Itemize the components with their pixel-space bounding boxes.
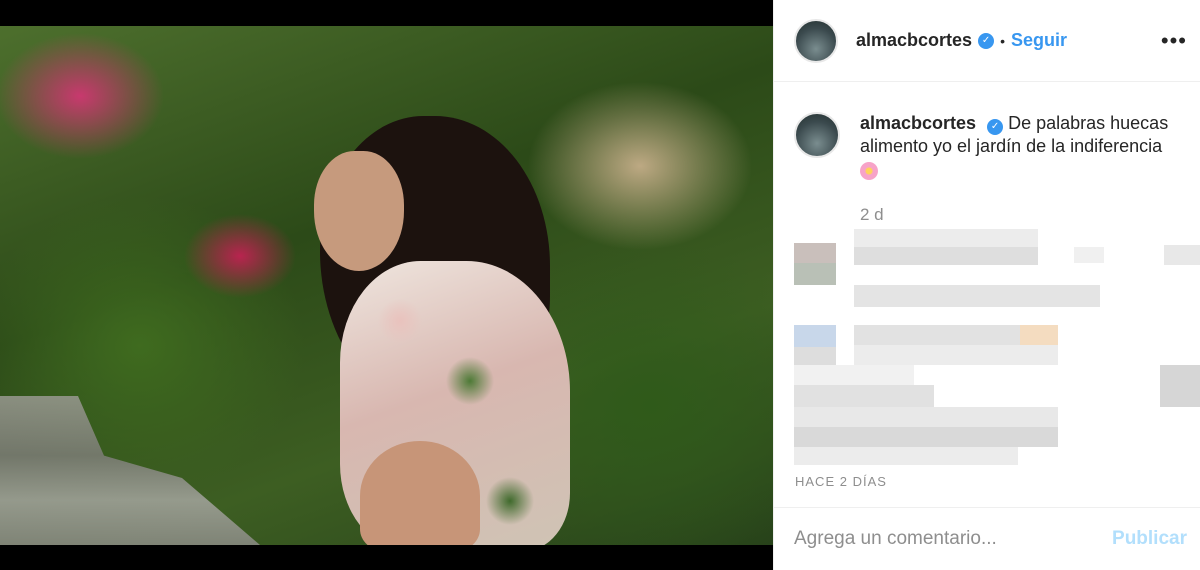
caption-avatar[interactable] (794, 112, 840, 158)
more-options-icon[interactable]: ••• (1161, 28, 1187, 54)
follow-button[interactable]: Seguir (1011, 30, 1067, 51)
caption-text-block: almacbcortes ✓ De palabras huecas alimen… (860, 112, 1190, 186)
flower-emoji-icon (860, 162, 878, 180)
obscured-comments (774, 225, 1200, 470)
post-media-pane (0, 0, 773, 570)
publish-button[interactable]: Publicar (1112, 528, 1187, 550)
verified-badge-icon: ✓ (987, 118, 1004, 135)
caption-age: 2 d (860, 205, 884, 224)
photo-face (314, 151, 404, 271)
comment-bar: Publicar (774, 507, 1200, 570)
photo-subject (300, 111, 600, 545)
photo-leg (360, 441, 480, 545)
header-separator: • (1000, 32, 1005, 49)
caption-username[interactable]: almacbcortes (860, 113, 976, 133)
post-timestamp[interactable]: HACE 2 DÍAS (795, 474, 887, 489)
header-username[interactable]: almacbcortes (856, 30, 972, 51)
photo-stone-steps (0, 396, 260, 545)
post-sidebar: almacbcortes ✓ • Seguir ••• almacbcortes… (773, 0, 1200, 570)
comment-input[interactable] (794, 528, 1094, 550)
post-header: almacbcortes ✓ • Seguir ••• (774, 0, 1200, 82)
author-avatar[interactable] (794, 18, 838, 63)
post-caption: almacbcortes ✓ De palabras huecas alimen… (794, 112, 1194, 186)
post-photo[interactable] (0, 26, 773, 545)
verified-badge-icon: ✓ (978, 32, 995, 49)
